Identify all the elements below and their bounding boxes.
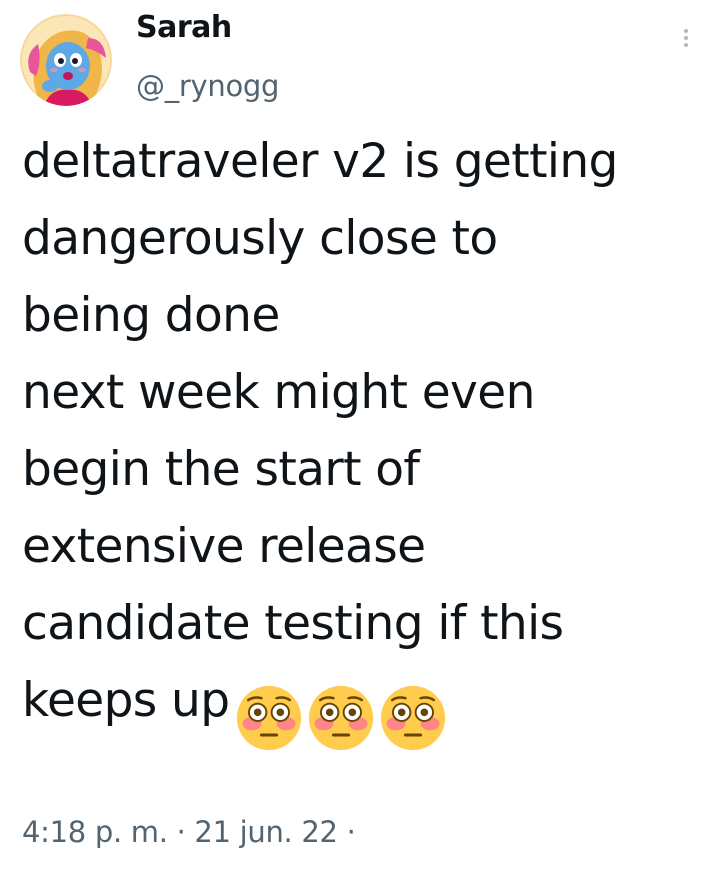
emoji-row [235,676,451,753]
more-dot-icon [684,29,688,33]
separator-dot: · [346,815,356,849]
flushed-face-icon [381,685,446,750]
separator-dot: · [176,815,186,849]
more-options-button[interactable] [668,18,704,58]
tweet-text-line: keeps up [22,673,230,728]
tweet-time-link[interactable]: 4:18 p. m. [22,815,168,849]
avatar[interactable] [20,14,112,106]
tweet-text: deltatraveler v2 is getting dangerously … [22,123,712,753]
tweet-text-line: dangerously close to [22,211,498,266]
tweet-text-line: next week might even [22,365,535,420]
tweet-date-link[interactable]: 21 jun. 22 [194,815,338,849]
tweet-text-line-last: keeps up [22,662,712,753]
more-dot-icon [684,36,688,40]
tweet-text-line: begin the start of [22,442,420,497]
more-dot-icon [684,43,688,47]
tweet-text-line: extensive release [22,519,426,574]
avatar-image [20,14,112,106]
tweet-timestamp: 4:18 p. m. · 21 jun. 22 · [22,812,356,852]
flushed-face-icon [237,685,302,750]
author-handle[interactable]: @_rynogg [136,66,279,106]
tweet-text-line: candidate testing if this [22,596,564,651]
flushed-face-icon [309,685,374,750]
tweet-text-line: deltatraveler v2 is getting [22,134,618,189]
tweet-text-line: being done [22,288,280,343]
author-name[interactable]: Sarah [136,8,232,48]
